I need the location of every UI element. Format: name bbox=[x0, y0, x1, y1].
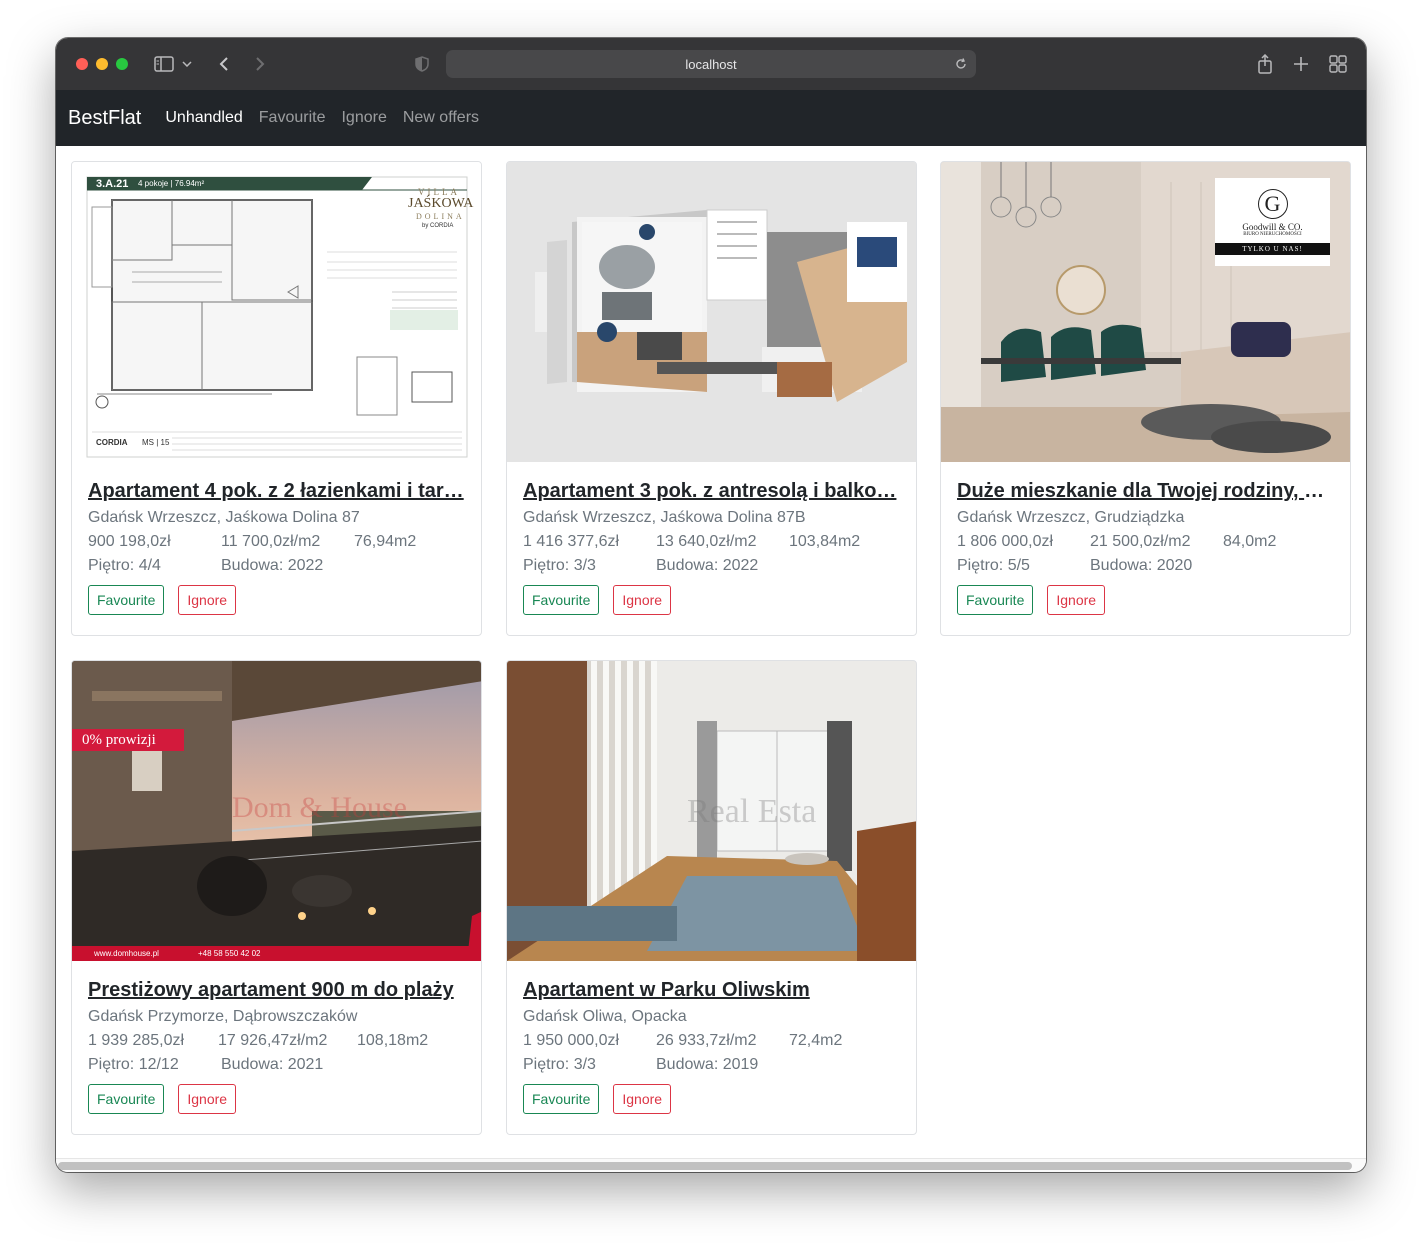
offer-price-per-m2: 11 700,0zł/m2 bbox=[221, 533, 321, 550]
offer-floor: Piętro: 3/3 bbox=[523, 1056, 596, 1073]
plan-unit-label: 3.A.21 bbox=[96, 178, 129, 190]
offer-title-link[interactable]: Apartament w Parku Oliwskim bbox=[523, 979, 900, 1002]
offer-built-year: Budowa: 2022 bbox=[221, 557, 324, 574]
ignore-button[interactable]: Ignore bbox=[178, 1084, 237, 1114]
offer-area: 72,4m2 bbox=[789, 1032, 843, 1049]
horizontal-scrollbar-thumb[interactable] bbox=[58, 1162, 1352, 1170]
offer-area: 84,0m2 bbox=[1223, 533, 1277, 550]
offer-price-per-m2: 26 933,7zł/m2 bbox=[656, 1032, 757, 1049]
sidebar-toggle-icon[interactable] bbox=[152, 52, 176, 76]
agency-logo-tag: TYLKO U NAS! bbox=[1215, 243, 1330, 255]
ignore-button[interactable]: Ignore bbox=[613, 1084, 672, 1114]
offer-price: 900 198,0zł bbox=[88, 533, 171, 550]
agency-watermark: Dom & House bbox=[232, 791, 407, 824]
offer-floor: Piętro: 5/5 bbox=[957, 557, 1030, 574]
chevron-down-icon[interactable] bbox=[180, 52, 194, 76]
nav-link-ignore[interactable]: Ignore bbox=[341, 109, 386, 127]
ignore-button[interactable]: Ignore bbox=[613, 585, 672, 615]
offer-card: 3.A.21 4 pokoje | 76.94m² VILLA JAŚKOWA … bbox=[71, 161, 482, 636]
agency-logo-letter: G bbox=[1257, 189, 1288, 219]
offer-floor: Piętro: 3/3 bbox=[523, 557, 596, 574]
offer-title-link[interactable]: Apartament 3 pok. z antresolą i balko… bbox=[523, 480, 900, 503]
offer-location: Gdańsk Oliwa, Opacka bbox=[523, 1008, 687, 1025]
offer-built-year: Budowa: 2019 bbox=[656, 1056, 759, 1073]
zoom-window-button[interactable] bbox=[116, 58, 128, 70]
offer-price-per-m2: 17 926,47zł/m2 bbox=[218, 1032, 328, 1049]
browser-window: localhost BestFlat Unhandled Favourite I… bbox=[56, 38, 1366, 1172]
offer-location: Gdańsk Wrzeszcz, Jaśkowa Dolina 87B bbox=[523, 509, 806, 526]
offer-price-per-m2: 13 640,0zł/m2 bbox=[656, 533, 757, 550]
agency-footer-site: www.domhouse.pl bbox=[94, 949, 159, 958]
ignore-button[interactable]: Ignore bbox=[1047, 585, 1106, 615]
offer-location: Gdańsk Przymorze, Dąbrowszczaków bbox=[88, 1008, 358, 1025]
favourite-button[interactable]: Favourite bbox=[523, 585, 600, 615]
forward-arrow-icon[interactable] bbox=[248, 52, 272, 76]
offer-card: Apartament 3 pok. z antresolą i balko… G… bbox=[506, 161, 917, 636]
favourite-button[interactable]: Favourite bbox=[88, 585, 165, 615]
share-icon[interactable] bbox=[1253, 52, 1277, 76]
offer-area: 103,84m2 bbox=[789, 533, 861, 550]
url-text: localhost bbox=[685, 56, 737, 72]
offer-location: Gdańsk Wrzeszcz, Grudziądzka bbox=[957, 509, 1185, 526]
reload-icon[interactable] bbox=[952, 55, 970, 73]
browser-toolbar: localhost bbox=[56, 38, 1366, 90]
brand-logo[interactable]: BestFlat bbox=[68, 107, 141, 130]
nav-link-new-offers[interactable]: New offers bbox=[403, 109, 479, 127]
offer-area: 108,18m2 bbox=[357, 1032, 429, 1049]
privacy-shield-icon[interactable] bbox=[410, 52, 434, 76]
plan-footer-ms: MS | 15 bbox=[142, 438, 170, 447]
offer-built-year: Budowa: 2021 bbox=[221, 1056, 324, 1073]
minimize-window-button[interactable] bbox=[96, 58, 108, 70]
address-bar[interactable]: localhost bbox=[446, 50, 976, 78]
no-commission-badge: 0% prowizji bbox=[72, 729, 184, 751]
agency-logo-name: Goodwill & CO. bbox=[1242, 222, 1303, 232]
offer-floor: Piętro: 4/4 bbox=[88, 557, 161, 574]
app-navbar: BestFlat Unhandled Favourite Ignore New … bbox=[56, 90, 1366, 146]
traffic-lights bbox=[76, 58, 128, 70]
nav-link-unhandled[interactable]: Unhandled bbox=[165, 109, 242, 127]
offer-built-year: Budowa: 2022 bbox=[656, 557, 759, 574]
offer-title-link[interactable]: Apartament 4 pok. z 2 łazienkami i tar… bbox=[88, 480, 465, 503]
offer-card: Real Esta Apartament w Parku Oliwskim Gd… bbox=[506, 660, 917, 1135]
offer-image-terrace[interactable]: 0% prowizji Dom & House www.domhouse.pl … bbox=[72, 661, 481, 961]
offer-floor: Piętro: 12/12 bbox=[88, 1056, 179, 1073]
agency-footer-phone: +48 58 550 42 02 bbox=[198, 949, 261, 958]
agency-logo-sub: BIURO NIERUCHOMOŚCI bbox=[1243, 232, 1302, 237]
favourite-button[interactable]: Favourite bbox=[957, 585, 1034, 615]
offer-card: G Goodwill & CO. BIURO NIERUCHOMOŚCI TYL… bbox=[940, 161, 1351, 636]
horizontal-scrollbar-track bbox=[56, 1158, 1366, 1172]
offer-title-link[interactable]: Duże mieszkanie dla Twojej rodziny, bl… bbox=[957, 480, 1334, 503]
offer-image-3d-plan[interactable] bbox=[507, 162, 916, 462]
back-arrow-icon[interactable] bbox=[212, 52, 236, 76]
close-window-button[interactable] bbox=[76, 58, 88, 70]
offer-card: 0% prowizji Dom & House www.domhouse.pl … bbox=[71, 660, 482, 1135]
offer-image-living-room[interactable]: G Goodwill & CO. BIURO NIERUCHOMOŚCI TYL… bbox=[941, 162, 1350, 462]
offer-price: 1 416 377,6zł bbox=[523, 533, 620, 550]
offer-location: Gdańsk Wrzeszcz, Jaśkowa Dolina 87 bbox=[88, 509, 360, 526]
ignore-button[interactable]: Ignore bbox=[178, 585, 237, 615]
plan-footer-brand: CORDIA bbox=[96, 438, 128, 447]
nav-link-favourite[interactable]: Favourite bbox=[259, 109, 326, 127]
plan-brand-by: by CORDIA bbox=[422, 223, 454, 229]
offer-title-link[interactable]: Prestiżowy apartament 900 m do plaży bbox=[88, 979, 465, 1002]
tab-overview-icon[interactable] bbox=[1326, 52, 1350, 76]
new-tab-plus-icon[interactable] bbox=[1289, 52, 1313, 76]
favourite-button[interactable]: Favourite bbox=[88, 1084, 165, 1114]
plan-brand-main: JAŚKOWA bbox=[408, 196, 474, 211]
favourite-button[interactable]: Favourite bbox=[523, 1084, 600, 1114]
plan-rooms-label: 4 pokoje | 76.94m² bbox=[138, 179, 205, 188]
offer-price: 1 950 000,0zł bbox=[523, 1032, 620, 1049]
plan-brand-sub: DOLINA bbox=[416, 212, 465, 221]
offer-image-floor-plan[interactable]: 3.A.21 4 pokoje | 76.94m² VILLA JAŚKOWA … bbox=[72, 162, 481, 462]
agency-watermark: Real Esta bbox=[687, 793, 817, 830]
offer-price: 1 806 000,0zł bbox=[957, 533, 1054, 550]
offer-price: 1 939 285,0zł bbox=[88, 1032, 185, 1049]
offer-area: 76,94m2 bbox=[354, 533, 417, 550]
offer-image-hallway[interactable]: Real Esta bbox=[507, 661, 916, 961]
offer-built-year: Budowa: 2020 bbox=[1090, 557, 1193, 574]
offer-price-per-m2: 21 500,0zł/m2 bbox=[1090, 533, 1191, 550]
offers-grid: 3.A.21 4 pokoje | 76.94m² VILLA JAŚKOWA … bbox=[56, 146, 1366, 1158]
agency-logo: G Goodwill & CO. BIURO NIERUCHOMOŚCI TYL… bbox=[1215, 178, 1330, 266]
